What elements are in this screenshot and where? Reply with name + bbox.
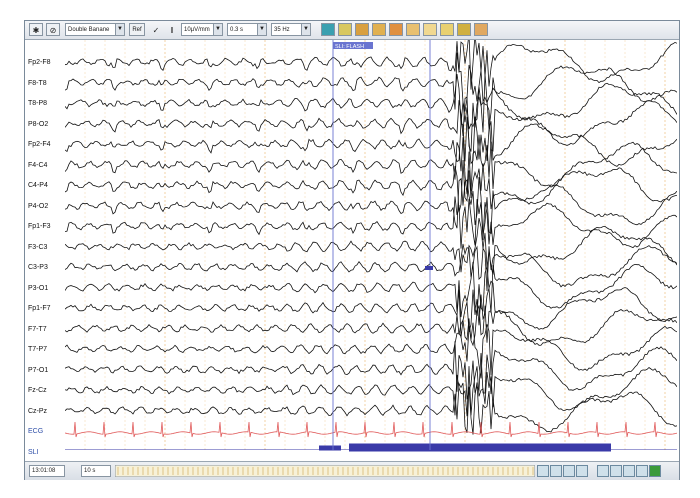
- clipboard-tool-icon[interactable]: [440, 23, 454, 36]
- channel-label-ecg[interactable]: ECG: [28, 428, 43, 435]
- page-duration-select[interactable]: 10 s: [81, 465, 111, 477]
- chevron-down-icon: ▼: [301, 24, 310, 35]
- eeg-viewer-window: ✱ ⊘ Double Banane ▼ Ref ✓ I 10µV/mm ▼ 0.…: [24, 20, 680, 480]
- play-icon[interactable]: [597, 465, 609, 477]
- channel-label-c4-p4[interactable]: C4-P4: [28, 182, 48, 189]
- chevron-down-icon: ▼: [257, 24, 266, 35]
- photo-tool-icon[interactable]: [406, 23, 420, 36]
- sli-flash-bar: [349, 443, 611, 452]
- export-tool-icon[interactable]: [423, 23, 437, 36]
- montage-select[interactable]: Double Banane ▼: [65, 23, 125, 36]
- page-duration-value: 10 s: [84, 468, 96, 474]
- back-icon[interactable]: [563, 465, 575, 477]
- asterisk-button[interactable]: ✱: [29, 23, 43, 36]
- channel-label-fp2-f8[interactable]: Fp2-F8: [28, 59, 51, 66]
- sun-tool-icon[interactable]: [389, 23, 403, 36]
- grid-tool-icon[interactable]: [338, 23, 352, 36]
- channel-label-f4-c4[interactable]: F4-C4: [28, 162, 47, 169]
- chevron-down-icon: ▼: [115, 24, 124, 35]
- back-fast-icon[interactable]: [550, 465, 562, 477]
- channel-label-t8-p8[interactable]: T8-P8: [28, 100, 47, 107]
- list-tool-icon[interactable]: [355, 23, 369, 36]
- trace-t8-p8: [65, 73, 677, 133]
- ref-button[interactable]: Ref: [129, 23, 145, 36]
- chevron-down-icon: ▼: [213, 24, 222, 35]
- channel-labels: Fp2-F8 F8-T8 T8-P8 P8-O2 Fp2-F4 F4-C4 C4-P4 P4-…: [25, 41, 65, 459]
- timebase-value: 0.3 s: [230, 27, 244, 33]
- timebase-select[interactable]: 0.3 s ▼: [227, 23, 267, 36]
- first-page-icon[interactable]: [537, 465, 549, 477]
- eeg-trace-area[interactable]: SLI: FLASH: [65, 40, 677, 460]
- waveform-tool-icon[interactable]: [321, 23, 335, 36]
- toolbar: ✱ ⊘ Double Banane ▼ Ref ✓ I 10µV/mm ▼ 0.…: [25, 21, 679, 40]
- status-bar: 13:01:08 10 s: [25, 461, 679, 480]
- channel-label-f7-t7[interactable]: F7-T7: [28, 326, 47, 333]
- channel-label-p8-o2[interactable]: P8-O2: [28, 121, 48, 128]
- channel-label-p7-o1[interactable]: P7-O1: [28, 367, 48, 374]
- channel-label-cz-pz[interactable]: Cz-Pz: [28, 408, 47, 415]
- step-back-icon[interactable]: [576, 465, 588, 477]
- channel-label-fp1-f3[interactable]: Fp1-F3: [28, 223, 51, 230]
- sensitivity-value: 10µV/mm: [184, 27, 210, 33]
- record-icon[interactable]: [649, 465, 661, 477]
- annotation-mark: [425, 266, 433, 270]
- channel-label-p4-o2[interactable]: P4-O2: [28, 203, 48, 210]
- amplitude-icon[interactable]: I: [165, 23, 179, 36]
- channel-label-fp1-f7[interactable]: Fp1-F7: [28, 305, 51, 312]
- channel-label-p3-o1[interactable]: P3-O1: [28, 285, 48, 292]
- channel-label-f3-c3[interactable]: F3-C3: [28, 244, 47, 251]
- forward-icon[interactable]: [623, 465, 635, 477]
- channel-label-f8-t8[interactable]: F8-T8: [28, 80, 47, 87]
- channel-label-c3-p3[interactable]: C3-P3: [28, 264, 48, 271]
- cancel-icon-button[interactable]: ⊘: [46, 23, 60, 36]
- filter-select[interactable]: 35 Hz ▼: [271, 23, 311, 36]
- channel-label-fz-cz[interactable]: Fz-Cz: [28, 387, 47, 394]
- sensitivity-select[interactable]: 10µV/mm ▼: [181, 23, 223, 36]
- forward-fast-icon[interactable]: [636, 465, 648, 477]
- sli-flash-bar: [319, 445, 341, 451]
- save-tool-icon[interactable]: [457, 23, 471, 36]
- print-tool-icon[interactable]: [474, 23, 488, 36]
- channel-label-fp2-f4[interactable]: Fp2-F4: [28, 141, 51, 148]
- timeline-scrollbar[interactable]: [115, 465, 535, 477]
- gear-tool-icon[interactable]: [372, 23, 386, 36]
- channel-label-t7-p7[interactable]: T7-P7: [28, 346, 47, 353]
- time-field[interactable]: 13:01:08: [29, 465, 65, 477]
- channel-label-sli[interactable]: SLI: [28, 449, 39, 456]
- check-mark-icon[interactable]: ✓: [149, 23, 163, 36]
- trace-c3-p3: [65, 243, 677, 292]
- event-marker-label: SLI: FLASH: [335, 44, 364, 50]
- step-forward-icon[interactable]: [610, 465, 622, 477]
- montage-value: Double Banane: [68, 27, 110, 33]
- filter-value: 35 Hz: [274, 27, 290, 33]
